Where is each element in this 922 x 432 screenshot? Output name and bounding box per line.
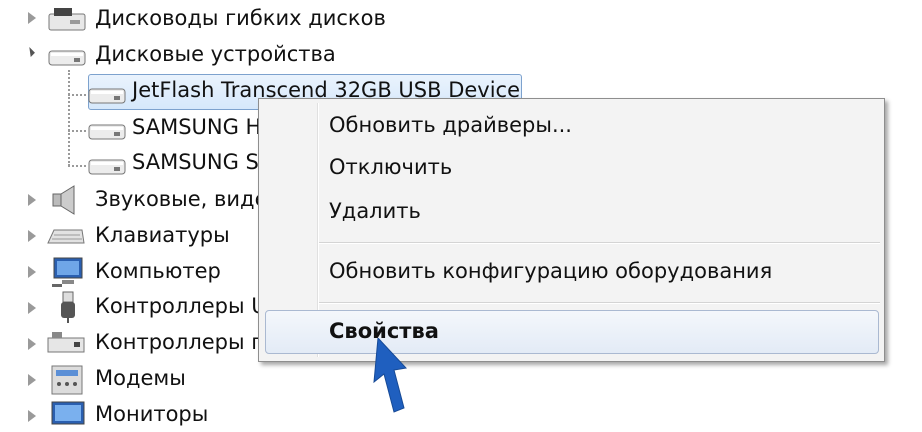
modem-icon (51, 365, 83, 395)
controller-icon (47, 332, 85, 353)
menu-item-update-drivers[interactable]: Обновить драйверы... (329, 113, 572, 137)
monitor-icon (51, 401, 85, 425)
expand-arrow-monitors[interactable] (28, 410, 36, 422)
speaker-icon (52, 185, 75, 215)
usb-icon (61, 291, 75, 323)
menu-separator (319, 242, 880, 244)
menu-item-uninstall[interactable]: Удалить (329, 199, 421, 223)
tree-item-sound[interactable]: Звуковые, виде (95, 187, 268, 211)
tree-item-modems[interactable]: Модемы (95, 366, 186, 390)
keyboard-icon (47, 229, 85, 244)
expand-arrow-modems[interactable] (28, 374, 36, 386)
tree-item-keyboards[interactable]: Клавиатуры (95, 223, 230, 247)
expand-arrow-keyboards[interactable] (28, 230, 36, 242)
tree-item-samsung-h[interactable]: SAMSUNG H (132, 115, 261, 139)
expand-arrow-floppy[interactable] (28, 12, 36, 24)
menu-item-disable[interactable]: Отключить (329, 155, 452, 179)
tree-item-controllers[interactable]: Контроллеры г (95, 330, 262, 354)
computer-icon (52, 257, 83, 287)
tree-item-computer[interactable]: Компьютер (95, 259, 221, 283)
floppy-drive-icon (48, 8, 86, 31)
context-menu: Обновить драйверы... Отключить Удалить О… (258, 98, 885, 362)
menu-separator (319, 302, 880, 304)
collapse-arrow-disks[interactable] (25, 47, 35, 57)
pointer-arrow-icon (373, 338, 408, 413)
expand-arrow-computer[interactable] (28, 266, 36, 278)
disk-drive-icon (88, 124, 126, 140)
tree-item-monitors[interactable]: Мониторы (95, 402, 208, 426)
expand-arrow-usb[interactable] (28, 302, 36, 314)
expand-arrow-sound[interactable] (28, 194, 36, 206)
expand-arrow-controllers[interactable] (28, 338, 36, 350)
disk-drive-icon (88, 159, 126, 175)
tree-item-disk-devices[interactable]: Дисковые устройства (95, 42, 336, 66)
tree-item-samsung-s[interactable]: SAMSUNG S (132, 150, 259, 174)
tree-item-floppy[interactable]: Дисководы гибких дисков (95, 6, 386, 30)
tree-item-usb-controllers[interactable]: Контроллеры U (95, 294, 267, 318)
disk-drive-icon (48, 50, 86, 66)
menu-item-scan-hardware[interactable]: Обновить конфигурацию оборудования (329, 259, 772, 283)
disk-drive-icon (88, 88, 126, 104)
